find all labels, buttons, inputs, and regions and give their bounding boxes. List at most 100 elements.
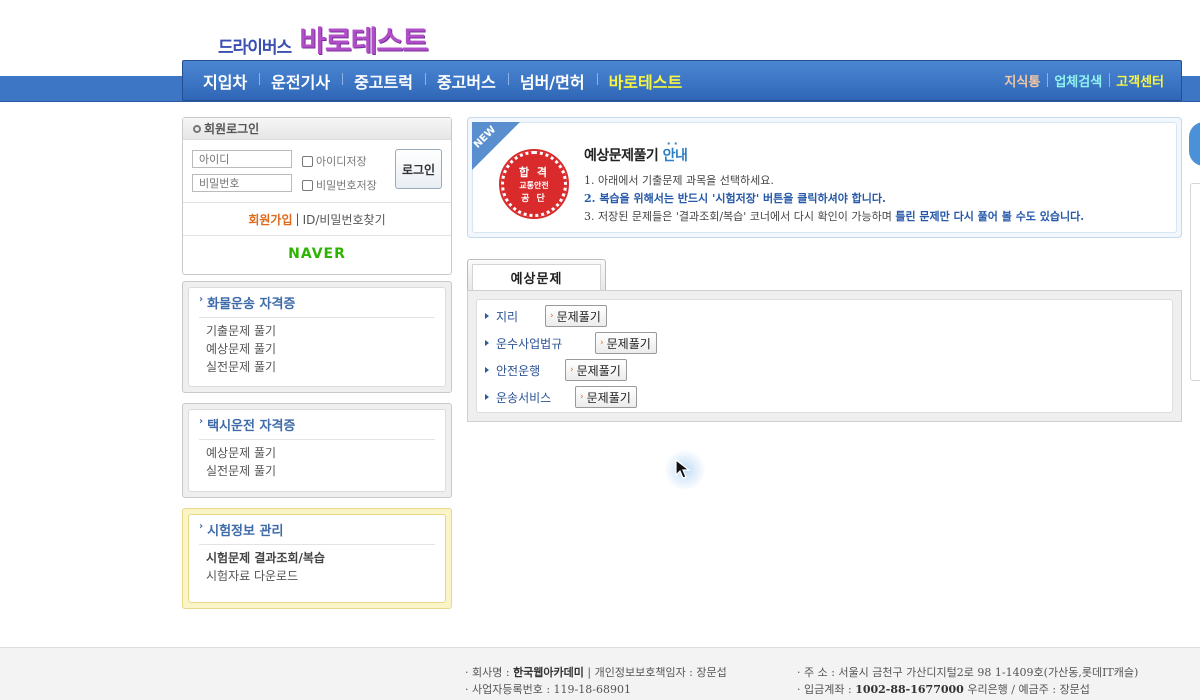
footer-account-label: · 입금계좌 :: [797, 683, 856, 696]
solve-button-label: 문제풀기: [606, 336, 651, 351]
guide-title-accent: 안내: [663, 148, 688, 164]
nav-item-used-truck[interactable]: 중고트럭: [342, 69, 425, 93]
guide-line-1: 1. 아래에서 기출문제 과목을 선택하세요.: [584, 174, 774, 187]
footer-bizno: · 사업자등록번호 : 119-18-68901: [465, 683, 631, 696]
taxi-expected-exam-link[interactable]: 예상문제 풀기: [199, 444, 435, 462]
cargo-past-exam-link[interactable]: 기출문제 풀기: [199, 322, 435, 340]
guide-line-3-plain: 3. 저장된 문제들은 '결과조회/복습' 코너에서 다시 확인이 가능하며: [584, 210, 896, 223]
cargo-expected-exam-link[interactable]: 예상문제 풀기: [199, 340, 435, 358]
subject-label: 지리: [496, 309, 519, 324]
solve-button-label: 문제풀기: [556, 309, 601, 324]
subject-row-safe-driving: 안전운행: [485, 359, 540, 381]
chevron-right-icon: ›: [570, 365, 574, 375]
solve-button-label: 문제풀기: [586, 390, 631, 405]
triangle-right-icon: [485, 394, 489, 400]
triangle-right-icon: [485, 367, 489, 373]
nav-item-number-license[interactable]: 넘버/면허: [507, 69, 597, 93]
taxi-practice-exam-link[interactable]: 실전문제 풀기: [199, 462, 435, 480]
floating-side-button[interactable]: [1189, 122, 1200, 166]
save-id-checkbox[interactable]: 아이디저장: [302, 153, 367, 169]
taxi-cert-title[interactable]: › 택시운전 자격증: [199, 410, 435, 440]
subject-row-transport-law: 운수사업법규: [485, 332, 562, 354]
login-panel: 회원로그인 아이디저장 비밀번호저장 로그인 회원가입 | ID/비밀번호찾기 …: [182, 117, 452, 275]
solve-button-transport-service[interactable]: › 문제풀기: [575, 386, 637, 408]
join-link[interactable]: 회원가입: [248, 211, 292, 228]
mouse-cursor-icon: [675, 459, 691, 479]
footer-address: · 주 소 : 서울시 금천구 가산디지털2로 98 1-1409호(가산동,롯…: [797, 666, 1139, 679]
nav-customer-center-link[interactable]: 고객센터: [1109, 71, 1171, 90]
login-title: 회원로그인: [183, 118, 451, 140]
nav-item-jiipcha[interactable]: 지입차: [191, 69, 259, 93]
naver-login-button[interactable]: NAVER: [183, 236, 451, 272]
subject-label: 운송서비스: [496, 390, 552, 405]
footer-company: · 회사명 : 한국웹아카데미 | 개인정보보호책임자 : 장문섭: [465, 664, 727, 680]
id-input[interactable]: [192, 150, 292, 168]
site-logo[interactable]: 드라이버스 바로테스트: [218, 18, 429, 60]
tab-label: 예상문제: [472, 264, 601, 290]
solve-button-safe-driving[interactable]: › 문제풀기: [565, 359, 627, 381]
login-title-text: 회원로그인: [204, 122, 260, 136]
footer-account-number: 1002-88-1677000: [855, 683, 964, 696]
cargo-cert-title-text: 화물운송 자격증: [207, 297, 296, 312]
pass-seal-icon: 합 격 교통안전 공 단: [499, 149, 569, 219]
login-button[interactable]: 로그인: [395, 149, 442, 189]
question-panel: 지리 › 문제풀기 운수사업법규 › 문제풀기 안전운행 › 문제풀기 운송서비…: [467, 290, 1182, 422]
link-separator: |: [295, 212, 300, 226]
chevron-right-icon: ›: [600, 338, 604, 348]
subject-label: 운수사업법규: [496, 336, 563, 351]
guide-line-3: 3. 저장된 문제들은 '결과조회/복습' 코너에서 다시 확인이 가능하며 틀…: [584, 208, 1084, 224]
taxi-cert-panel: › 택시운전 자격증 예상문제 풀기 실전문제 풀기: [182, 403, 452, 498]
guide-banner: NEW 합 격 교통안전 공 단 예상문제풀기 안내 1. 아래에서 기출문제 …: [467, 117, 1182, 238]
subject-label: 안전운행: [496, 363, 541, 378]
chevron-right-icon: ›: [199, 521, 204, 532]
cargo-cert-panel: › 화물운송 자격증 기출문제 풀기 예상문제 풀기 실전문제 풀기: [182, 281, 452, 393]
guide-title-main: 예상문제풀기: [584, 148, 663, 164]
solve-button-transport-law[interactable]: › 문제풀기: [595, 332, 657, 354]
exam-info-panel: › 시험정보 관리 시험문제 결과조회/복습 시험자료 다운로드: [182, 508, 452, 609]
seal-text-3: 공 단: [521, 194, 547, 204]
chevron-right-icon: ›: [199, 294, 204, 305]
cargo-cert-title[interactable]: › 화물운송 자격증: [199, 288, 435, 318]
footer-privacy: | 개인정보보호책임자 : 장문섭: [583, 666, 727, 679]
taxi-cert-title-text: 택시운전 자격증: [207, 419, 296, 434]
logo-big-text: 바로테스트: [299, 24, 428, 58]
nav-company-search-link[interactable]: 업체검색: [1047, 71, 1109, 90]
nav-item-driver[interactable]: 운전기사: [259, 69, 342, 93]
checkbox-icon[interactable]: [302, 179, 313, 191]
seal-text-2: 교통안전: [519, 181, 549, 190]
logo-small-text: 드라이버스: [218, 38, 292, 58]
triangle-right-icon: [485, 340, 489, 346]
solve-button-label: 문제풀기: [576, 363, 621, 378]
exam-info-title[interactable]: › 시험정보 관리: [199, 515, 435, 545]
checkbox-icon[interactable]: [302, 155, 313, 167]
footer-company-name: 한국웹아카데미: [513, 666, 584, 679]
exam-info-title-text: 시험정보 관리: [207, 524, 284, 539]
solve-button-geography[interactable]: › 문제풀기: [545, 305, 607, 327]
find-account-link[interactable]: ID/비밀번호찾기: [303, 211, 386, 228]
save-password-label: 비밀번호저장: [316, 179, 377, 192]
chevron-right-icon: ›: [550, 311, 554, 321]
subject-row-transport-service: 운송서비스: [485, 386, 551, 408]
save-id-label: 아이디저장: [316, 155, 367, 168]
footer-account: · 입금계좌 : 1002-88-1677000 우리은행 / 예금주 : 장문…: [797, 681, 1090, 697]
nav-knowledge-link[interactable]: 지식통: [997, 71, 1047, 90]
tab-expected-questions[interactable]: 예상문제: [467, 259, 606, 290]
bullet-icon: [193, 124, 201, 133]
chevron-right-icon: ›: [199, 416, 204, 427]
floating-side-panel: [1190, 183, 1200, 381]
save-password-checkbox[interactable]: 비밀번호저장: [302, 177, 377, 193]
login-links: 회원가입 | ID/비밀번호찾기: [183, 202, 451, 236]
footer: · 회사명 : 한국웹아카데미 | 개인정보보호책임자 : 장문섭 · 사업자등…: [0, 647, 1200, 700]
subject-row-geography: 지리: [485, 305, 518, 327]
seal-text-1: 합 격: [518, 166, 550, 179]
exam-material-download-link[interactable]: 시험자료 다운로드: [199, 567, 435, 585]
nav-item-barotest[interactable]: 바로테스트: [596, 69, 695, 93]
guide-title: 예상문제풀기 안내: [584, 145, 688, 165]
cargo-practice-exam-link[interactable]: 실전문제 풀기: [199, 358, 435, 376]
triangle-right-icon: [485, 313, 489, 319]
exam-result-review-link[interactable]: 시험문제 결과조회/복습: [199, 549, 435, 567]
nav-item-used-bus[interactable]: 중고버스: [424, 69, 508, 93]
footer-account-rest: 우리은행 / 예금주 : 장문섭: [963, 683, 1090, 696]
password-input[interactable]: [192, 174, 292, 192]
guide-line-3-bold: 틀린 문제만 다시 풀어 볼 수도 있습니다.: [895, 210, 1085, 223]
